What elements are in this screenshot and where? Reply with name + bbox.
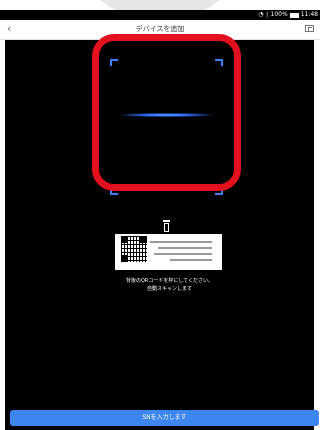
scan-corner-top-right [215,59,223,66]
label-line [154,253,212,255]
label-line [158,247,212,249]
wifi-icon: ◔ [258,11,264,18]
instruction-line-2: 自動スキャンします [146,286,192,292]
add-device-screen: ◔ ∣ 100% 11:48 ‹ デバイスを追加 背後のQRコードを枠にしてくだ… [0,0,320,430]
scan-instruction: 背後のQRコードを枠にしてください。 自動スキャンします [91,277,248,293]
label-line [170,259,212,261]
battery-icon [289,12,299,18]
status-bar: ◔ ∣ 100% 11:48 [0,10,320,20]
label-line [150,241,212,243]
status-right: ◔ ∣ 100% 11:48 [258,10,318,20]
instruction-line-1: 背後のQRコードを枠にしてください。 [125,278,214,284]
page-title: デバイスを追加 [135,25,185,33]
scan-corner-bottom-left [110,188,118,195]
qr-code-icon [121,236,147,262]
camera-preview: 背後のQRコードを枠にしてください。 自動スキャンします [5,40,314,430]
scan-corner-top-left [110,59,118,66]
enter-sn-button[interactable]: SNを入力します [10,410,319,426]
scan-frame [110,59,223,195]
header-bar: ‹ デバイスを追加 [0,20,320,40]
flashlight-icon[interactable] [163,220,170,232]
status-time: 11:48 [300,11,318,18]
qr-example-card [115,234,222,270]
scan-line [120,113,213,117]
battery-text: 100% [270,11,288,18]
scan-corner-bottom-right [215,188,223,195]
signal-icon: ∣ [265,11,269,18]
sn-input-icon[interactable] [305,25,314,32]
chevron-left-icon[interactable]: ‹ [7,22,11,36]
